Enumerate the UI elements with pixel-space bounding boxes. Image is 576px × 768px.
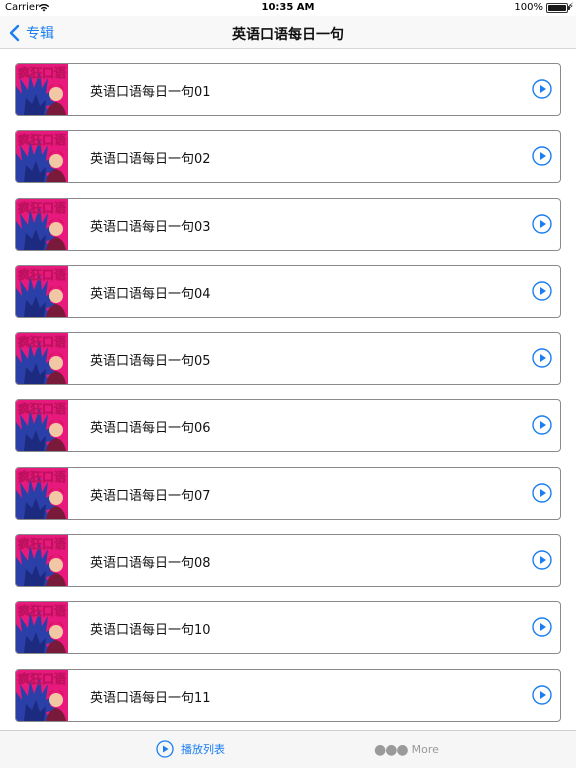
album-cover-thumbnail: 疯狂口语	[16, 535, 68, 587]
thumbnail-logo-text: 疯狂口语	[18, 536, 66, 551]
list-item-title: 英语口语每日一句08	[90, 556, 211, 572]
play-circle-icon[interactable]	[532, 79, 552, 99]
album-cover-thumbnail: 疯狂口语	[16, 333, 68, 385]
battery-percent: 100%	[514, 2, 543, 13]
album-cover-thumbnail: 疯狂口语	[16, 64, 68, 115]
album-cover-thumbnail: 疯狂口语	[16, 467, 68, 519]
charging-icon: ⚡	[567, 2, 574, 12]
thumbnail-logo-text: 疯狂口语	[18, 603, 66, 618]
play-circle-icon[interactable]	[532, 483, 552, 503]
thumbnail-logo-text: 疯狂口语	[18, 267, 66, 282]
list-item-title: 英语口语每日一句10	[90, 623, 211, 639]
album-cover-thumbnail: 疯狂口语	[16, 669, 68, 721]
list-item[interactable]: 疯狂口语 英语口语每日一句03	[15, 197, 561, 251]
page-title: 英语口语每日一句	[232, 27, 344, 43]
list-item[interactable]: 疯狂口语 英语口语每日一句10	[15, 601, 561, 655]
more-dots-icon: ●●●	[374, 741, 409, 758]
list-item[interactable]: 疯狂口语 英语口语每日一句01	[15, 63, 561, 116]
list-item-title: 英语口语每日一句05	[90, 354, 211, 370]
play-circle-icon	[156, 740, 174, 758]
tab-play-list-label: 播放列表	[181, 743, 225, 756]
list-item-title: 英语口语每日一句03	[90, 219, 211, 235]
thumbnail-logo-text: 疯狂口语	[18, 334, 66, 349]
album-cover-thumbnail: 疯狂口语	[16, 602, 68, 654]
list-item[interactable]: 疯狂口语 英语口语每日一句07	[15, 466, 561, 520]
album-cover-thumbnail: 疯狂口语	[16, 198, 68, 250]
album-cover-thumbnail: 疯狂口语	[16, 265, 68, 317]
play-circle-icon[interactable]	[532, 550, 552, 570]
list-item-title: 英语口语每日一句02	[90, 152, 211, 168]
list-item[interactable]: 疯狂口语 英语口语每日一句06	[15, 399, 561, 453]
clock: 10:35 AM	[261, 2, 315, 13]
thumbnail-logo-text: 疯狂口语	[18, 401, 66, 416]
play-circle-icon[interactable]	[532, 617, 552, 638]
list-item[interactable]: 疯狂口语 英语口语每日一句02	[15, 130, 561, 184]
thumbnail-logo-text: 疯狂口语	[18, 671, 66, 686]
list-item[interactable]: 疯狂口语 英语口语每日一句05	[15, 332, 561, 386]
tab-more[interactable]: ●●● More	[374, 741, 439, 758]
battery-icon	[546, 3, 570, 13]
play-circle-icon[interactable]	[532, 281, 552, 301]
play-circle-icon[interactable]	[532, 146, 552, 166]
play-circle-icon[interactable]	[532, 213, 552, 234]
list-item[interactable]: 疯狂口语 英语口语每日一句08	[15, 534, 561, 588]
tab-bar: 播放列表 ●●● More	[0, 730, 576, 768]
thumbnail-logo-text: 疯狂口语	[18, 200, 66, 215]
list-item-title: 英语口语每日一句07	[90, 488, 211, 504]
episode-list: 疯狂口语 英语口语每日一句01 疯狂口语 英语口语每日一句02 疯狂口语 英语口…	[15, 63, 561, 736]
list-item-title: 英语口语每日一句06	[90, 421, 211, 437]
thumbnail-logo-text: 疯狂口语	[18, 65, 66, 80]
navigation-bar: 专辑 英语口语每日一句	[0, 16, 576, 49]
play-circle-icon[interactable]	[532, 684, 552, 705]
album-cover-thumbnail: 疯狂口语	[16, 131, 68, 183]
status-bar: Carrier 10:35 AM 100% ⚡	[0, 0, 576, 16]
list-item-title: 英语口语每日一句01	[90, 85, 211, 100]
list-item[interactable]: 疯狂口语 英语口语每日一句11	[15, 668, 561, 722]
list-item-title: 英语口语每日一句04	[90, 286, 211, 302]
album-cover-thumbnail: 疯狂口语	[16, 400, 68, 452]
tab-play-list[interactable]: 播放列表	[156, 740, 225, 758]
play-circle-icon[interactable]	[532, 415, 552, 436]
thumbnail-logo-text: 疯狂口语	[18, 469, 66, 484]
list-item[interactable]: 疯狂口语 英语口语每日一句04	[15, 264, 561, 318]
list-item-title: 英语口语每日一句11	[90, 690, 211, 706]
thumbnail-logo-text: 疯狂口语	[18, 132, 66, 147]
play-circle-icon[interactable]	[532, 348, 552, 368]
tab-more-label: More	[411, 743, 439, 756]
